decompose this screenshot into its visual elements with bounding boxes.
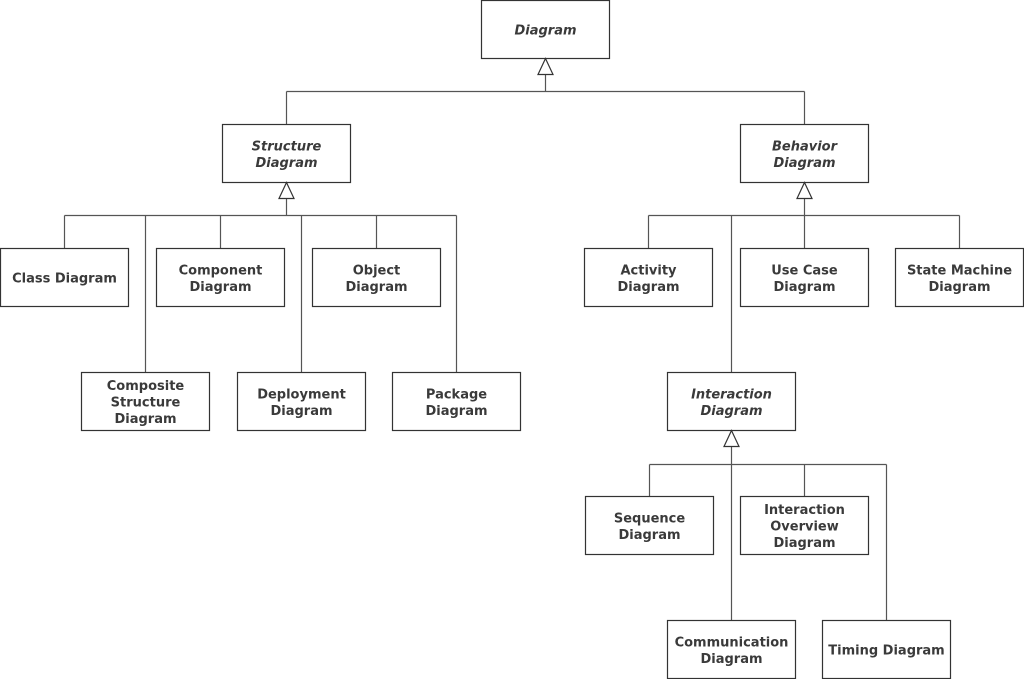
node-object[interactable]: Object Diagram [311,247,442,308]
node-label: Structure [111,396,181,411]
node-structure[interactable]: Structure Diagram [221,123,352,184]
node-label: Diagram [773,280,835,295]
node-label: Behavior [772,139,839,154]
node-label: Diagram [773,536,835,551]
node-label: Deployment [257,387,346,402]
generalization-arrow-icon [723,429,740,448]
node-label: Structure [252,139,322,154]
node-label: Diagram [928,280,990,295]
node-diagram[interactable]: Diagram [480,0,611,60]
node-label: Diagram [700,652,762,667]
node-label: Diagram [114,412,176,427]
node-label: Overview [770,520,839,535]
generalization-arrow-icon [796,181,813,200]
node-label: Class Diagram [12,272,117,287]
node-label: Object [353,263,401,278]
node-class[interactable]: Class Diagram [0,247,130,308]
node-statemachine[interactable]: State Machine Diagram [894,247,1024,308]
node-label: Diagram [270,404,332,419]
node-interaction[interactable]: Interaction Diagram [666,371,797,432]
node-label: Package [426,387,487,402]
node-communication[interactable]: Communication Diagram [666,619,797,679]
node-label: Timing Diagram [828,644,944,659]
node-label: Diagram [700,404,762,419]
node-usecase[interactable]: Use Case Diagram [739,247,870,308]
node-label: State Machine [907,263,1012,278]
uml-diagram-hierarchy: DiagramStructureDiagramBehaviorDiagramCl… [0,0,1024,679]
node-label: Component [179,263,263,278]
node-component[interactable]: Component Diagram [155,247,286,308]
node-label: Diagram [425,404,487,419]
generalization-arrow-icon [278,181,295,200]
node-label: Diagram [345,280,407,295]
node-interactionoverview[interactable]: Interaction OverviewDiagram [739,495,870,556]
node-label: Composite [107,379,185,394]
generalization-arrow-icon [537,57,554,76]
node-label: Activity [620,263,677,278]
node-label: Diagram [255,156,317,171]
node-label: Use Case [771,263,838,278]
node-label: Interaction [764,503,845,518]
node-label: Diagram [514,24,576,39]
node-sequence[interactable]: Sequence Diagram [584,495,715,556]
node-label: Sequence [614,511,686,526]
node-package[interactable]: Package Diagram [391,371,522,432]
node-label: Interaction [691,387,772,402]
node-behavior[interactable]: Behavior Diagram [739,123,870,184]
node-label: Diagram [617,280,679,295]
node-activity[interactable]: Activity Diagram [583,247,714,308]
node-label: Diagram [618,528,680,543]
node-label: Diagram [189,280,251,295]
nodes-layer: DiagramStructureDiagramBehaviorDiagramCl… [0,0,1024,679]
node-timing[interactable]: Timing Diagram [821,619,952,679]
node-label: Diagram [773,156,835,171]
node-composite[interactable]: Composite StructureDiagram [80,371,211,432]
node-deployment[interactable]: Deployment Diagram [236,371,367,432]
node-label: Communication [675,635,789,650]
